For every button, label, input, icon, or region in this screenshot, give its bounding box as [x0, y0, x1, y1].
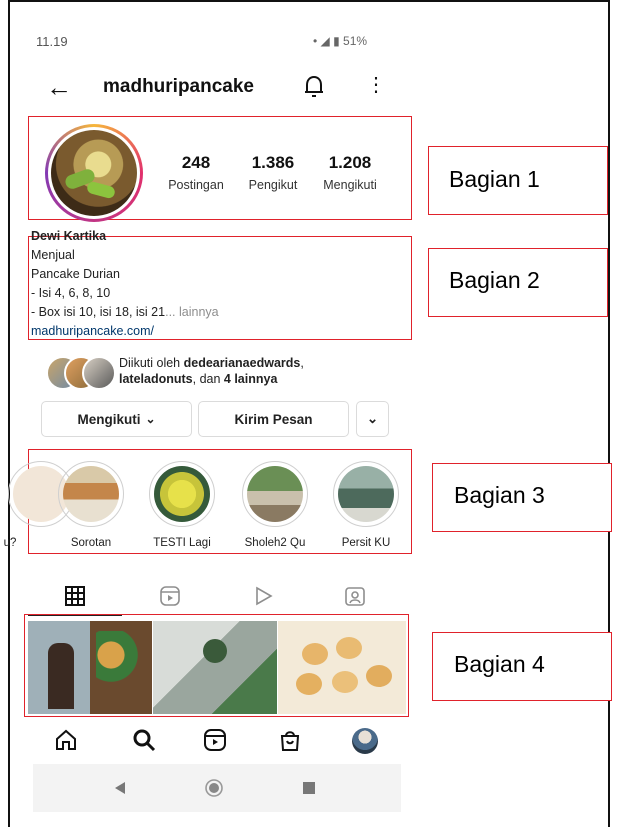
profile-avatar[interactable]	[45, 124, 143, 222]
following-button-label: Mengikuti	[77, 411, 141, 427]
followers-label[interactable]: Pengikut	[233, 178, 313, 192]
search-icon[interactable]	[132, 728, 156, 752]
chevron-down-icon: ⌄	[366, 411, 379, 426]
status-time: 11.19	[36, 34, 68, 49]
message-button[interactable]: Kirim Pesan	[198, 401, 349, 437]
profile-username: madhuripancake	[103, 76, 254, 97]
bio-name: Dewi Kartika	[31, 229, 107, 243]
highlight-label: Sholeh2 Qu	[244, 537, 306, 549]
followed-by-mid: , dan	[192, 372, 224, 386]
highlight-circle[interactable]	[58, 461, 124, 527]
reels-icon[interactable]	[203, 728, 227, 752]
back-icon[interactable]: ←	[46, 74, 72, 100]
posts-count: 248	[181, 153, 211, 172]
annotation-label-1: Bagian 1	[449, 166, 540, 192]
profile-avatar[interactable]	[352, 728, 378, 754]
system-nav-bar	[33, 764, 401, 812]
highlight-circle[interactable]	[333, 461, 399, 527]
following-button[interactable]: Mengikuti ⌄	[41, 401, 192, 437]
highlight-circle[interactable]	[149, 461, 215, 527]
play-icon[interactable]	[252, 585, 274, 607]
following-label[interactable]: Mengikuti	[310, 178, 390, 192]
followed-by-sep: ,	[300, 356, 304, 370]
back-nav-icon[interactable]	[113, 781, 127, 795]
followed-by-others[interactable]: 4 lainnya	[224, 372, 278, 386]
bio-line: - Isi 4, 6, 8, 10	[31, 286, 111, 300]
followed-by-user[interactable]: lateladonuts	[119, 372, 193, 386]
bio-line: Menjual	[31, 248, 75, 262]
message-button-label: Kirim Pesan	[234, 411, 313, 427]
followers-count[interactable]: 1.386	[233, 153, 313, 173]
recents-nav-icon[interactable]	[302, 781, 316, 795]
bio-line-truncated: - Box isi 10, isi 18, isi 21... lainnya	[31, 305, 219, 319]
tagged-icon[interactable]	[344, 585, 366, 607]
bio-line: - Box isi 10, isi 18, isi 21	[31, 305, 166, 319]
followed-by-prefix: Diikuti oleh	[119, 356, 184, 370]
home-icon[interactable]	[54, 728, 78, 752]
more-vertical-icon[interactable]: ⋮	[366, 74, 386, 96]
highlight-label: Persit KU	[341, 537, 391, 549]
posts-label: Postingan	[168, 178, 224, 192]
status-indicators: • ◢ ▮ 51%	[313, 34, 368, 48]
suggested-toggle-button[interactable]: ⌄	[356, 401, 389, 437]
highlight-circle[interactable]	[242, 461, 308, 527]
highlight-label: TESTI Lagi	[153, 537, 211, 549]
chevron-down-icon: ⌄	[145, 412, 156, 426]
followed-by-text[interactable]: Diikuti oleh dedearianaedwards, latelado…	[119, 355, 304, 387]
following-count[interactable]: 1.208	[310, 153, 390, 173]
bio-line: Pancake Durian	[31, 267, 120, 281]
annotation-label-4: Bagian 4	[454, 651, 545, 677]
reels-icon[interactable]	[159, 585, 181, 607]
annotation-box-4	[24, 614, 409, 717]
grid-icon[interactable]	[64, 585, 86, 607]
website-link[interactable]: madhuripancake.com/	[31, 324, 154, 338]
annotation-label-2: Bagian 2	[449, 267, 540, 293]
bell-icon[interactable]	[303, 74, 325, 98]
annotation-label-3: Bagian 3	[454, 482, 545, 508]
home-nav-icon[interactable]	[204, 778, 224, 798]
highlight-label: Sorotan	[70, 537, 112, 549]
followed-by-user[interactable]: dedearianaedwards	[184, 356, 301, 370]
follower-avatar	[82, 356, 116, 390]
shop-icon[interactable]	[278, 728, 302, 752]
more-link[interactable]: ... lainnya	[165, 305, 219, 319]
